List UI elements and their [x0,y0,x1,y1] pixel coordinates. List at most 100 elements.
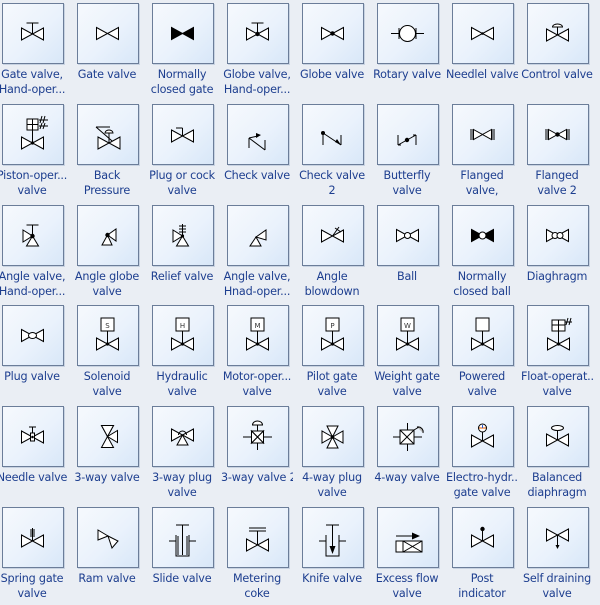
shape-label: 3-way valve [71,470,143,485]
valve-shape-item[interactable]: Post indicator [450,504,525,605]
svg-text:S: S [105,322,110,330]
shape-tile[interactable] [152,103,214,165]
shape-tile[interactable] [2,305,64,367]
shape-tile[interactable] [452,507,514,568]
valve-shape-item[interactable]: Spring gate valve [0,504,75,605]
shape-tile[interactable] [302,3,364,64]
valve-shape-item[interactable]: 4-way valve [374,403,450,504]
valve-shape-item[interactable]: H Hydraulic valve [150,302,225,403]
shape-tile[interactable] [377,3,439,64]
shape-tile[interactable]: H [152,305,214,367]
valve-shape-item[interactable]: 3-way plug valve [150,403,225,504]
shape-tile[interactable] [452,3,514,64]
shape-tile[interactable] [302,204,364,266]
shape-tile[interactable] [227,103,289,165]
valve-shape-item[interactable]: Excess flow valve [375,504,450,605]
valve-shape-item[interactable]: Angle blowdown [300,202,375,303]
valve-shape-item[interactable]: M Motor-oper... valve [223,302,300,403]
valve-shape-item[interactable]: S Solenoid valve [75,302,150,403]
shape-tile[interactable] [527,406,589,468]
valve-shape-item[interactable]: Globe valve, Hand-oper... [223,0,300,101]
valve-shape-item[interactable]: Metering coke [225,504,300,605]
valve-shape-item[interactable]: Angle globe valve [75,202,150,303]
valve-shape-item[interactable]: Check valve [224,101,300,202]
valve-shape-item[interactable]: Check valve 2 [299,101,375,202]
valve-shape-item[interactable]: Flanged valve 2 [525,101,600,202]
valve-shape-item[interactable]: Piston-oper... valve [0,101,75,202]
shape-tile[interactable]: S [77,305,139,367]
valve-shape-item[interactable]: Slide valve [150,504,225,605]
shape-tile[interactable] [152,204,214,266]
valve-shape-item[interactable]: Gate valve [75,0,150,101]
shape-tile[interactable] [527,507,589,568]
valve-shape-item[interactable]: 4-way plug valve [300,403,375,504]
shape-tile[interactable] [2,103,64,165]
shape-tile[interactable] [452,103,514,165]
valve-shape-item[interactable]: Needle valve [0,403,75,504]
shape-tile[interactable] [227,507,289,568]
shape-tile[interactable] [527,103,589,165]
shape-tile[interactable] [77,3,139,64]
shape-tile[interactable] [302,507,364,568]
valve-shape-item[interactable]: Needlel valve [446,0,525,101]
valve-shape-item[interactable]: 3-way valve [74,403,150,504]
butterfly-valve-icon [397,134,417,146]
valve-shape-item[interactable]: Ball [375,202,450,303]
valve-shape-item[interactable]: P Pilot gate valve [300,302,375,403]
valve-shape-item[interactable]: Normally closed gate [150,0,225,101]
shape-tile[interactable] [152,3,214,64]
shape-tile[interactable] [527,204,589,266]
shape-label-line: valve [392,385,422,399]
shape-tile[interactable]: W [377,305,439,367]
shape-tile[interactable] [77,103,139,165]
valve-shape-item[interactable]: Plug or cock valve [149,101,225,202]
valve-shape-item[interactable]: Balanced diaphragm [525,403,600,504]
valve-shape-item[interactable]: 3-way valve 2 [221,403,300,504]
shape-tile[interactable] [452,406,514,468]
valve-shape-item[interactable]: Diaghragm [525,202,600,303]
valve-shape-item[interactable]: Powered valve [450,302,525,403]
valve-shape-item[interactable]: Angle valve, Hand-oper... [0,202,75,303]
valve-shape-item[interactable]: Back Pressure [75,101,150,202]
shape-tile[interactable] [452,305,514,367]
shape-tile[interactable] [377,406,439,468]
valve-shape-item[interactable]: Electro-hydr... gate valve [446,403,525,504]
shape-tile[interactable] [227,406,289,468]
shape-tile[interactable] [527,305,589,367]
valve-shape-item[interactable]: Self draining valve [523,504,600,605]
valve-shape-item[interactable]: Gate valve, Hand-oper... [0,0,75,101]
valve-shape-item[interactable]: Relief valve [150,202,225,303]
shape-tile[interactable] [377,507,439,568]
shape-tile[interactable] [2,3,64,64]
shape-tile[interactable] [302,103,364,165]
valve-shape-item[interactable]: Knife valve [300,504,375,605]
shape-tile[interactable] [77,507,139,568]
shape-tile[interactable]: P [302,305,364,367]
valve-shape-item[interactable]: Plug valve [0,302,75,403]
valve-shape-item[interactable]: Globe valve [300,0,375,101]
shape-tile[interactable] [452,204,514,266]
shape-tile[interactable] [77,406,139,468]
shape-tile[interactable] [302,406,364,468]
valve-shape-item[interactable]: Flanged valve, [450,101,525,202]
shape-tile[interactable]: M [227,305,289,367]
shape-tile[interactable] [77,204,139,266]
shape-tile[interactable] [227,3,289,64]
shape-tile[interactable] [2,507,64,568]
shape-tile[interactable] [152,406,214,468]
shape-tile[interactable] [527,3,589,64]
valve-shape-item[interactable]: Normally closed ball [450,202,525,303]
valve-shape-item[interactable]: Rotary valve [373,0,450,101]
valve-shape-item[interactable]: W Weight gate valve [374,302,450,403]
shape-tile[interactable] [2,406,64,468]
shape-tile[interactable] [377,204,439,266]
shape-tile[interactable] [152,507,214,568]
valve-shape-item[interactable]: Ram valve [75,504,150,605]
shape-tile[interactable] [2,204,64,266]
valve-shape-item[interactable]: Control valve [521,0,600,101]
shape-tile[interactable] [227,204,289,266]
valve-shape-item[interactable]: Butterfly valve [375,101,450,202]
shape-tile[interactable] [377,103,439,165]
valve-shape-item[interactable]: Float-operat... valve [521,302,600,403]
valve-shape-item[interactable]: Angle valve, Hnad-oper... [224,202,300,303]
